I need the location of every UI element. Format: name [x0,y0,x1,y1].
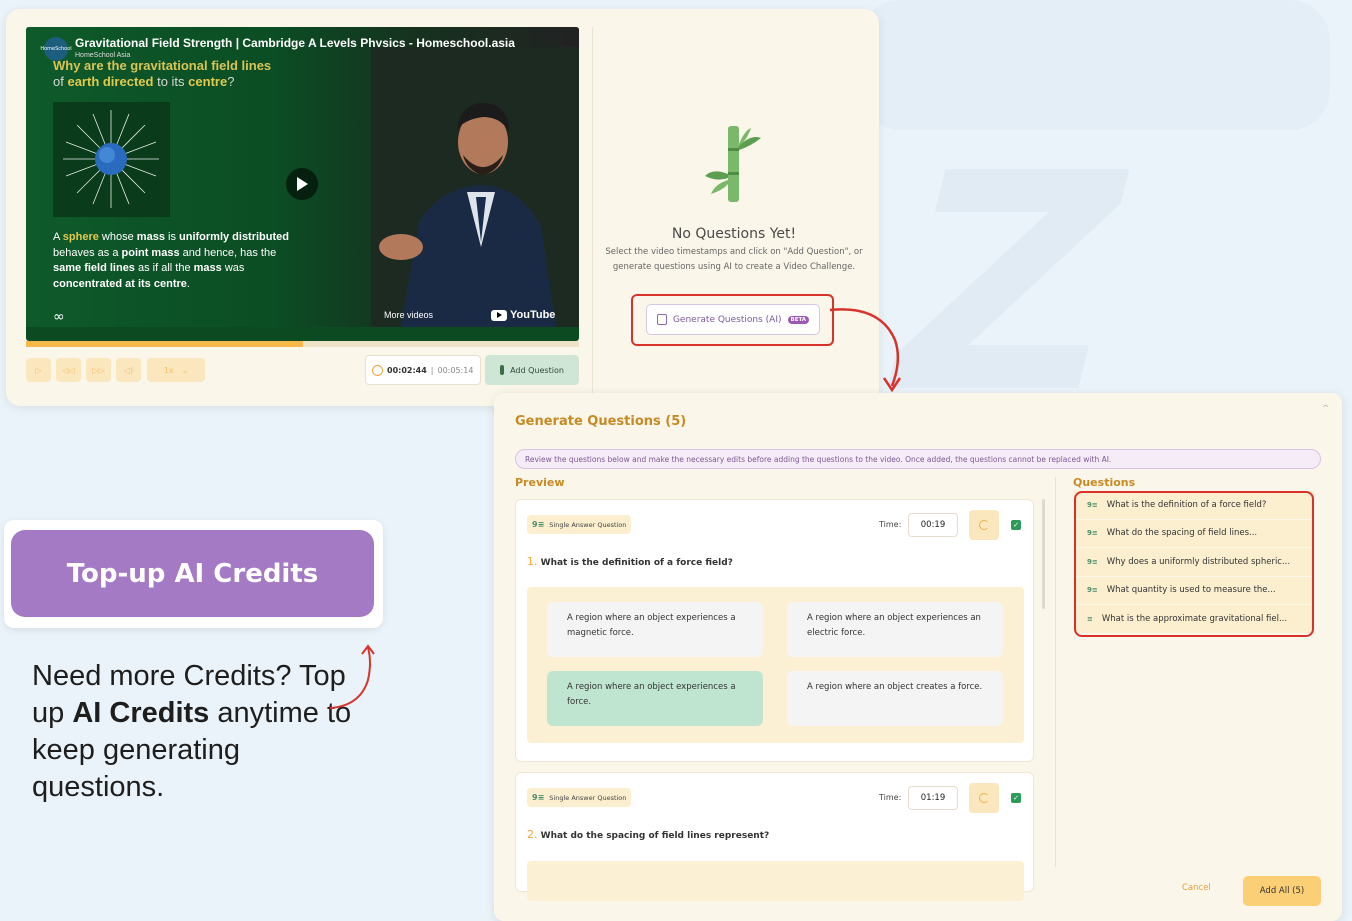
time-input[interactable]: 01:19 [908,786,958,810]
close-icon[interactable]: ⌢ [1323,401,1328,411]
generate-questions-modal: Generate Questions (5) ⌢ Review the ques… [494,393,1342,921]
video-progress-fill [26,341,303,347]
preview-label: Preview [515,476,565,489]
pin-icon [500,365,505,375]
beta-badge: BETA [787,315,810,324]
answer-options: A region where an object experiences a m… [527,587,1024,743]
slide-body-text: A sphere whose mass is uniformly distrib… [53,231,289,290]
answer-options [527,861,1024,901]
play-icon[interactable] [286,168,318,200]
pointer-arrow [329,644,375,709]
youtube-player[interactable]: HomeSchool Gravitational Field Strength … [26,27,579,341]
divider [592,27,593,395]
list-icon: 9≡ [532,520,545,529]
forward-button[interactable]: ▷▷ [86,358,111,382]
review-notice: Review the questions below and make the … [515,449,1321,469]
clock-icon [372,364,383,376]
time-input[interactable]: 00:19 [908,513,958,537]
total-time: 00:05:14 [437,365,474,375]
question-type-badge[interactable]: 9≡ Single Answer Question [527,788,632,807]
refresh-icon [979,793,989,803]
chevron-down-icon: ⌄ [181,365,189,375]
question-text[interactable]: 1. What is the definition of a force fie… [527,555,733,568]
questions-label: Questions [1073,476,1136,489]
question-preview-card: 9≡ Single Answer Question Time: 00:19 ✓ 1… [515,499,1034,762]
timestamp-display: 00:02:44 | 00:05:14 [365,355,481,385]
presenter-image [371,47,579,327]
speed-select[interactable]: 1x ⌄ [147,358,205,382]
video-progress-bar[interactable] [26,341,579,347]
play-button[interactable]: ▷ [26,358,51,382]
question-preview-card: 9≡ Single Answer Question Time: 01:19 ✓ 2… [515,772,1034,901]
youtube-logo[interactable]: YouTube [491,309,555,321]
video-challenge-card: HomeSchool Gravitational Field Strength … [6,9,879,406]
time-label: Time: [879,520,902,529]
refresh-icon [979,520,989,530]
preview-scrollbar[interactable] [1042,499,1045,609]
regenerate-button[interactable] [969,510,999,540]
time-label: Time: [879,793,902,802]
generate-questions-ai-button[interactable]: Generate Questions (AI) BETA [646,304,820,335]
slide-question-line1: Why are the gravitational field lines [53,58,272,73]
answer-option[interactable]: A region where an object experiences a m… [547,602,763,657]
add-question-button[interactable]: Add Question [485,355,579,385]
highlight-box [1074,491,1314,637]
current-time: 00:02:44 [387,365,427,375]
cancel-button[interactable]: Cancel [1182,883,1211,893]
question-text[interactable]: 2. What do the spacing of field lines re… [527,828,769,841]
document-ai-icon [656,314,667,325]
regenerate-button[interactable] [969,783,999,813]
include-checkbox[interactable]: ✓ [1011,793,1021,803]
empty-state-title: No Questions Yet! [671,226,797,242]
divider [1055,477,1056,867]
question-type-badge[interactable]: 9≡ Single Answer Question [527,515,632,534]
topup-description: Need more Credits? Top up AI Credits any… [32,660,352,803]
topup-ai-credits-button[interactable]: Top-up AI Credits [11,530,374,617]
list-icon: 9≡ [532,793,545,802]
more-videos-button[interactable]: More videos [384,310,433,320]
modal-title: Generate Questions (5) [515,414,687,429]
empty-state-description: Select the video timestamps and click on… [605,247,863,272]
time-separator: | [430,365,434,375]
link-icon[interactable]: ∞ [53,309,65,325]
add-all-button[interactable]: Add All (5) [1243,876,1321,906]
answer-option-correct[interactable]: A region where an object experiences a f… [547,671,763,726]
rewind-button[interactable]: ◁◁ [56,358,81,382]
pointer-arrow [829,308,902,393]
answer-option[interactable]: A region where an object experiences an … [787,602,1003,657]
volume-button[interactable]: ◁) [116,358,141,382]
slide-question-line2: of earth directed to its centre? [53,74,235,89]
bamboo-illustration [701,124,761,204]
answer-option[interactable]: A region where an object creates a force… [787,671,1003,726]
include-checkbox[interactable]: ✓ [1011,520,1021,530]
field-lines-diagram [53,102,170,217]
youtube-play-icon [491,309,507,321]
